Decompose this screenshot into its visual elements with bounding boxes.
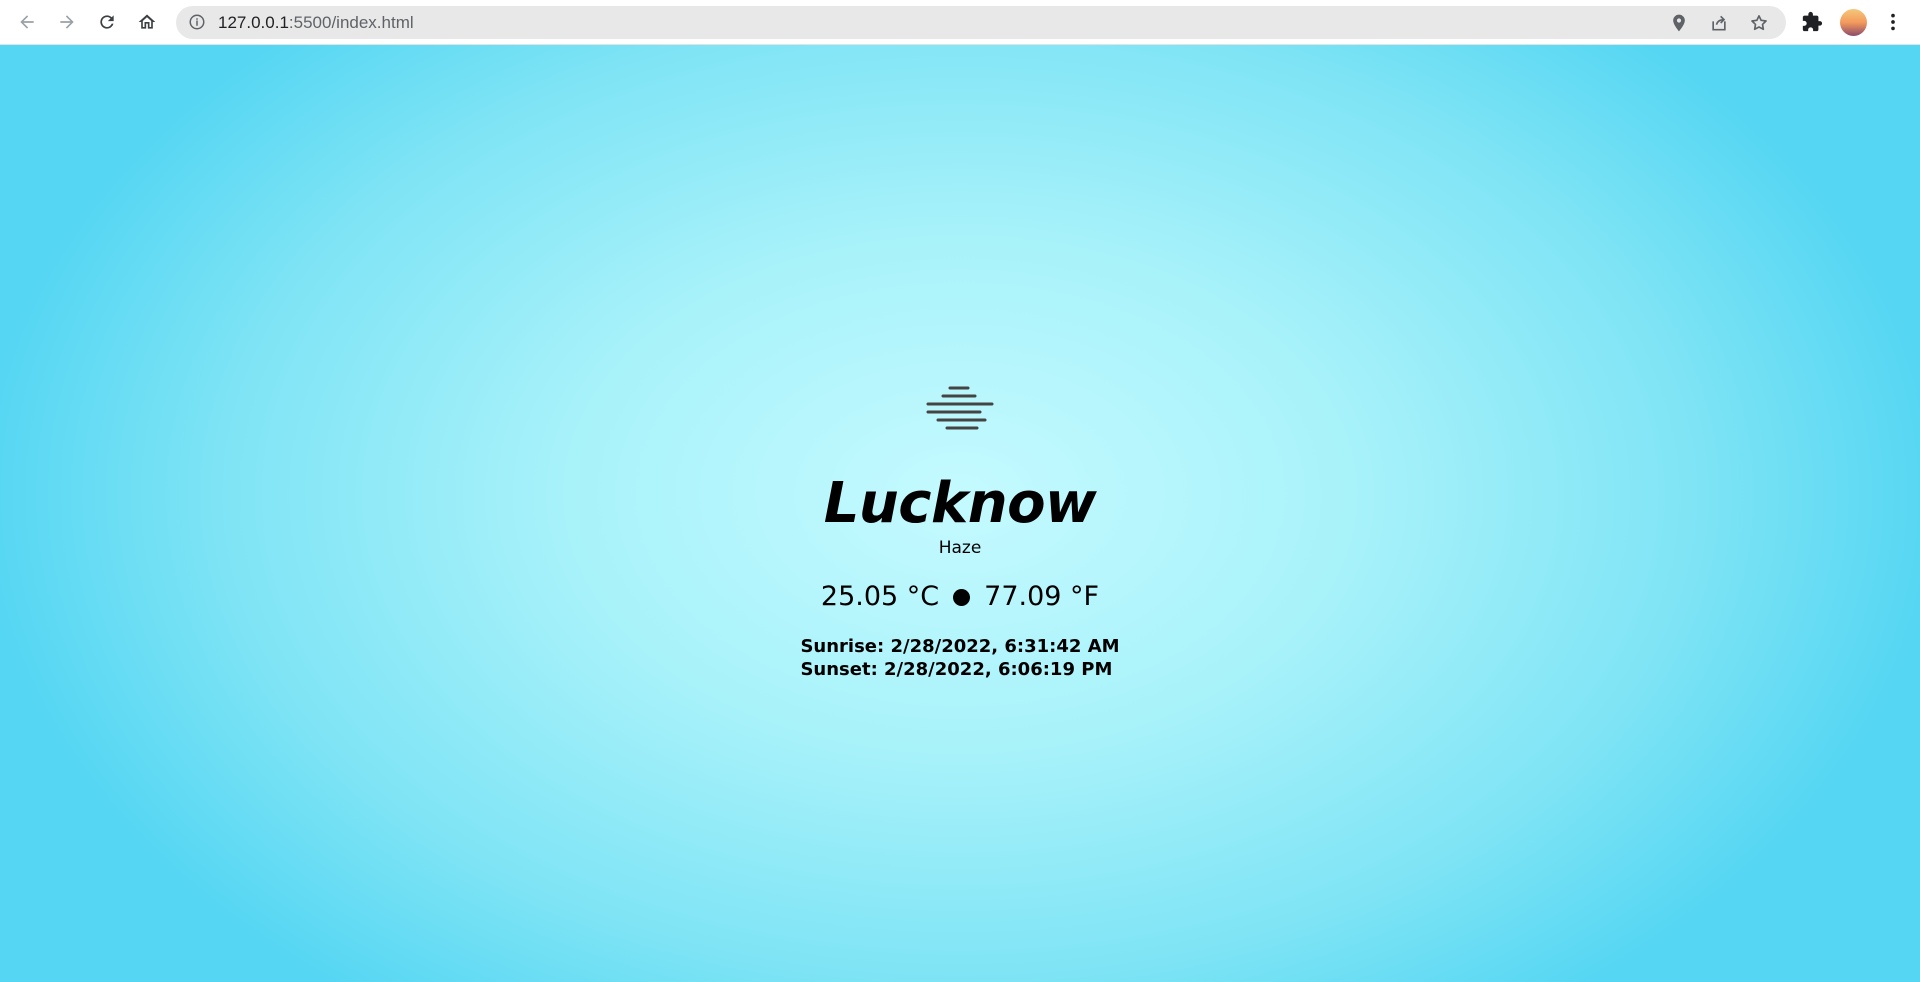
reload-button[interactable] (93, 8, 121, 36)
home-icon (138, 14, 156, 29)
sunrise-time: Sunrise: 2/28/2022, 6:31:42 AM (800, 636, 1120, 657)
back-button[interactable] (13, 8, 41, 36)
reload-icon (100, 15, 114, 29)
profile-avatar[interactable] (1840, 9, 1867, 36)
weather-condition: Haze (938, 538, 982, 558)
arrow-left-icon (20, 15, 34, 29)
browser-toolbar: 127.0.0.1:5500/index.html (0, 0, 1920, 45)
url-host: 127.0.0.1 (218, 13, 289, 32)
extensions-icon[interactable] (1801, 11, 1823, 33)
arrow-right-icon (60, 15, 74, 29)
sunset-time: Sunset: 2/28/2022, 6:06:19 PM (800, 659, 1113, 680)
temperature-row: 25.05 °C 77.09 °F (710, 579, 1210, 615)
temperature-celsius: 25.05 °C (820, 581, 940, 612)
sun-times: Sunrise: 2/28/2022, 6:31:42 AM Sunset: 2… (800, 635, 1119, 681)
url-text[interactable]: 127.0.0.1:5500/index.html (218, 13, 414, 33)
weather-card: Lucknow Haze 25.05 °C 77.09 °F Sunrise: … (710, 385, 1210, 681)
temperature-fahrenheit: 77.09 °F (984, 581, 1100, 612)
share-icon[interactable] (1709, 13, 1729, 33)
menu-dots-icon[interactable] (1882, 11, 1904, 33)
forward-button[interactable] (53, 8, 81, 36)
haze-icon (926, 386, 994, 430)
home-button[interactable] (133, 8, 161, 36)
location-icon[interactable] (1669, 13, 1689, 33)
info-icon[interactable] (188, 13, 206, 31)
separator-dot (953, 588, 971, 606)
address-bar[interactable]: 127.0.0.1:5500/index.html (176, 6, 1786, 39)
weather-page: Lucknow Haze 25.05 °C 77.09 °F Sunrise: … (0, 45, 1920, 982)
url-path: :5500/index.html (288, 13, 414, 32)
city-name: Lucknow (823, 471, 1097, 536)
bookmark-star-icon[interactable] (1749, 13, 1769, 33)
